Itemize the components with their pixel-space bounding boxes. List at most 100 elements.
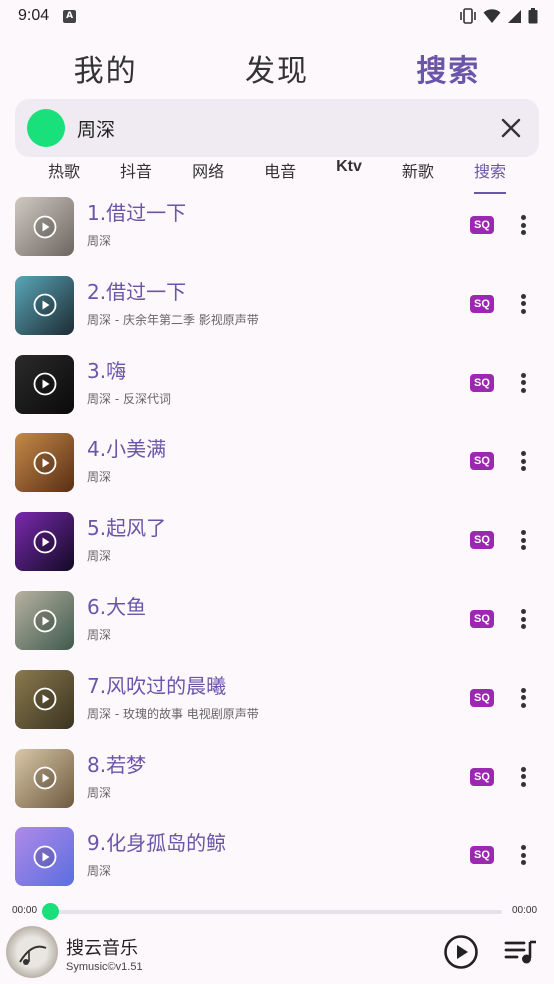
status-bar: 9:04 A	[0, 0, 554, 32]
play-circle-icon	[33, 845, 56, 869]
song-cover[interactable]	[15, 669, 74, 729]
player-title: 搜云音乐	[66, 938, 138, 959]
player-subtitle: Symusic©v1.51	[66, 961, 143, 973]
song-cover[interactable]	[15, 591, 74, 650]
more-options-icon[interactable]	[514, 449, 532, 473]
song-subtitle: 周深 - 玫瑰的故事 电视剧原声带	[87, 706, 259, 721]
vibrate-icon	[460, 8, 476, 24]
notification-icon: A	[63, 9, 77, 23]
song-row[interactable]: 5.起风了 周深 SQ	[0, 502, 554, 580]
category-tab-douyin[interactable]: 抖音	[120, 158, 152, 188]
song-cover[interactable]	[15, 275, 74, 335]
sq-badge: SQ	[470, 610, 494, 628]
song-subtitle: 周深 - 庆余年第二季 影视原声带	[87, 312, 259, 327]
song-subtitle: 周深	[87, 470, 112, 485]
song-cover[interactable]	[15, 512, 74, 572]
close-icon	[501, 118, 521, 138]
play-circle-icon	[33, 766, 56, 790]
queue-music-icon	[504, 940, 536, 964]
music-note-icon	[19, 945, 47, 965]
more-options-icon[interactable]	[514, 213, 532, 237]
play-button[interactable]	[443, 934, 479, 970]
avatar	[27, 109, 65, 147]
song-cover[interactable]	[15, 433, 74, 493]
playlist-button[interactable]	[504, 938, 538, 966]
song-subtitle: 周深 - 反深代词	[87, 391, 171, 406]
sq-badge: SQ	[470, 216, 494, 234]
status-time: 9:04	[18, 7, 50, 24]
play-circle-icon	[33, 372, 56, 396]
song-info: 3.嗨周深 - 反深代词	[87, 355, 171, 407]
wifi-icon	[483, 8, 501, 23]
tab-search[interactable]: 搜索	[416, 46, 480, 90]
song-title: 8.若梦	[87, 752, 147, 777]
song-info: 6.大鱼周深	[87, 591, 146, 643]
player-cover[interactable]	[6, 926, 58, 978]
song-row[interactable]: 3.嗨 周深 - 反深代词 SQ	[0, 345, 554, 423]
category-tab-ktv[interactable]: Ktv	[336, 158, 362, 188]
progress-bar: 00:00 00:00	[0, 900, 554, 922]
tab-discover[interactable]: 发现	[245, 46, 309, 90]
category-tab-electronic[interactable]: 电音	[264, 158, 296, 188]
sq-badge: SQ	[470, 294, 494, 313]
play-icon	[444, 935, 478, 969]
song-cover[interactable]	[15, 354, 74, 414]
song-title: 9.化身孤岛的鲸	[87, 831, 227, 856]
sq-badge: SQ	[470, 452, 494, 471]
category-tab-new[interactable]: 新歌	[402, 158, 434, 188]
song-row[interactable]: 4.小美满周深 SQ	[0, 423, 554, 501]
more-options-icon[interactable]	[514, 607, 532, 631]
play-circle-icon	[33, 687, 56, 711]
play-circle-icon	[33, 215, 56, 238]
song-title: 7.风吹过的晨曦	[87, 673, 227, 698]
song-subtitle: 周深	[87, 628, 112, 642]
song-title: 4.小美满	[87, 437, 167, 462]
category-tab-hot[interactable]: 热歌	[48, 158, 80, 188]
song-title: 2.借过一下	[87, 279, 187, 304]
clear-button[interactable]	[495, 112, 527, 144]
more-options-icon[interactable]	[514, 843, 532, 867]
song-cover[interactable]	[15, 748, 74, 808]
song-row[interactable]: 2.借过一下周深 - 庆余年第二季 影视原声带 SQ	[0, 266, 554, 344]
top-tabs: 我的 发现 搜索	[0, 40, 554, 96]
play-circle-icon	[33, 293, 56, 317]
sq-badge: SQ	[470, 531, 494, 550]
song-subtitle: 周深	[87, 785, 112, 800]
more-options-icon[interactable]	[514, 528, 532, 552]
song-info: 5.起风了 周深	[87, 512, 166, 564]
song-info: 4.小美满周深	[87, 433, 166, 485]
search-box	[15, 99, 539, 157]
category-tab-search[interactable]: 搜索	[473, 158, 506, 194]
song-cover[interactable]	[15, 827, 74, 887]
song-title: 6.大鱼	[87, 595, 147, 619]
song-subtitle: 周深	[87, 864, 112, 879]
player-bar: 搜云音乐 Symusic©v1.51	[0, 924, 554, 984]
more-options-icon[interactable]	[514, 292, 532, 316]
progress-thumb[interactable]	[42, 903, 59, 920]
song-info: 9.化身孤岛的鲸周深	[87, 827, 226, 879]
tab-mine[interactable]: 我的	[74, 46, 138, 90]
song-row[interactable]: 1.借过一下周深 SQ	[0, 190, 554, 265]
song-subtitle: 周深	[87, 234, 112, 248]
category-tab-network[interactable]: 网络	[192, 158, 224, 188]
current-time: 00:00	[12, 905, 38, 916]
more-options-icon[interactable]	[514, 371, 532, 395]
category-tabs: 热歌 抖音 网络 电音 Ktv 新歌 搜索	[0, 158, 554, 194]
signal-icon	[508, 9, 521, 23]
more-options-icon[interactable]	[514, 686, 532, 710]
song-row[interactable]: 7.风吹过的晨曦 周深 - 玫瑰的故事 电视剧原声带 SQ	[0, 660, 554, 738]
progress-track[interactable]	[50, 910, 502, 914]
song-title: 3.嗨	[87, 358, 127, 383]
battery-icon	[528, 8, 538, 24]
song-title: 1.借过一下	[87, 201, 187, 225]
song-title: 5.起风了	[87, 516, 167, 541]
song-row[interactable]: 8.若梦 周深 SQ	[0, 739, 554, 817]
song-row[interactable]: 9.化身孤岛的鲸 周深 SQ	[0, 817, 554, 895]
more-options-icon[interactable]	[514, 765, 532, 789]
play-circle-icon	[33, 530, 56, 554]
song-cover[interactable]	[15, 197, 74, 256]
song-info: 1.借过一下周深	[87, 197, 186, 249]
song-list: 1.借过一下 周深 SQ 2.借过一下 周深 - 庆余年第二季 影视原声带 SQ 3.嗨 周深…	[0, 190, 554, 900]
search-input[interactable]	[77, 117, 495, 139]
song-row[interactable]: 6.大鱼周深 SQ	[0, 581, 554, 659]
